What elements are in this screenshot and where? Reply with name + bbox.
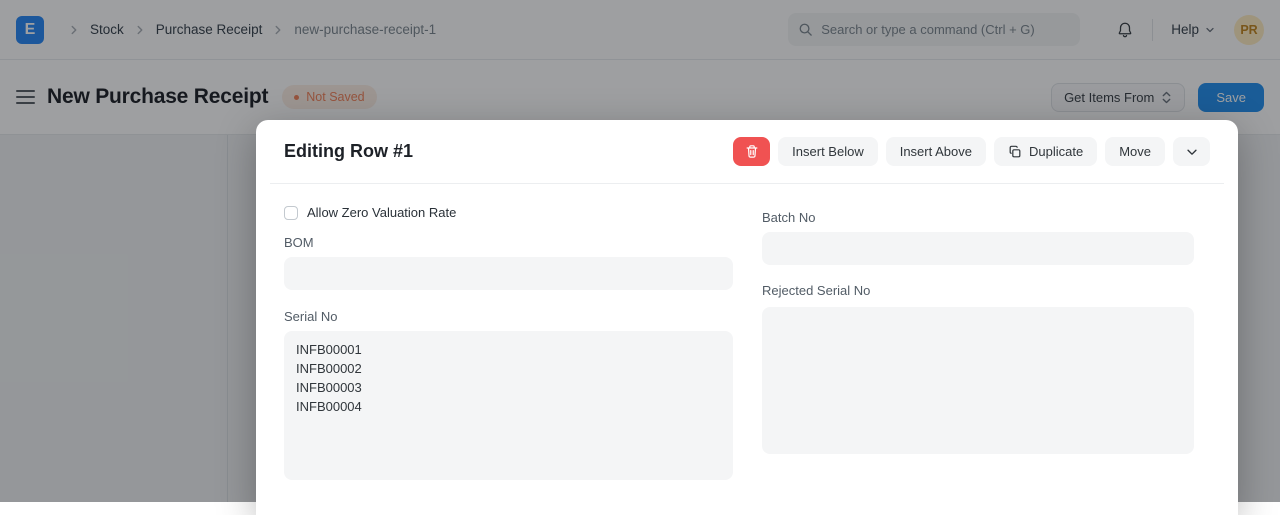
duplicate-button[interactable]: Duplicate [994, 137, 1097, 166]
rejected-serial-no-label: Rejected Serial No [762, 283, 870, 298]
checkbox-icon[interactable] [284, 206, 298, 220]
modal-body: Allow Zero Valuation Rate BOM Serial No … [256, 183, 1238, 515]
batch-no-label: Batch No [762, 210, 815, 225]
bom-label: BOM [284, 235, 314, 250]
serial-no-textarea[interactable]: INFB00001 INFB00002 INFB00003 INFB00004 [284, 331, 733, 480]
trash-icon [745, 144, 759, 159]
bom-input[interactable] [284, 257, 733, 290]
insert-above-button[interactable]: Insert Above [886, 137, 986, 166]
editing-row-modal: Editing Row #1 Insert Below Insert Above… [256, 120, 1238, 515]
chevron-down-icon [1185, 145, 1199, 159]
rejected-serial-no-textarea[interactable] [762, 307, 1194, 454]
modal-header: Editing Row #1 Insert Below Insert Above… [256, 120, 1238, 183]
collapse-row-button[interactable] [1173, 137, 1210, 166]
allow-zero-valuation-label: Allow Zero Valuation Rate [307, 205, 456, 220]
modal-title: Editing Row #1 [284, 141, 413, 162]
allow-zero-valuation-checkbox[interactable]: Allow Zero Valuation Rate [284, 205, 456, 220]
move-button[interactable]: Move [1105, 137, 1165, 166]
serial-no-label: Serial No [284, 309, 337, 324]
duplicate-label: Duplicate [1029, 144, 1083, 159]
batch-no-input[interactable] [762, 232, 1194, 265]
copy-icon [1008, 145, 1022, 159]
delete-row-button[interactable] [733, 137, 770, 166]
insert-below-button[interactable]: Insert Below [778, 137, 878, 166]
